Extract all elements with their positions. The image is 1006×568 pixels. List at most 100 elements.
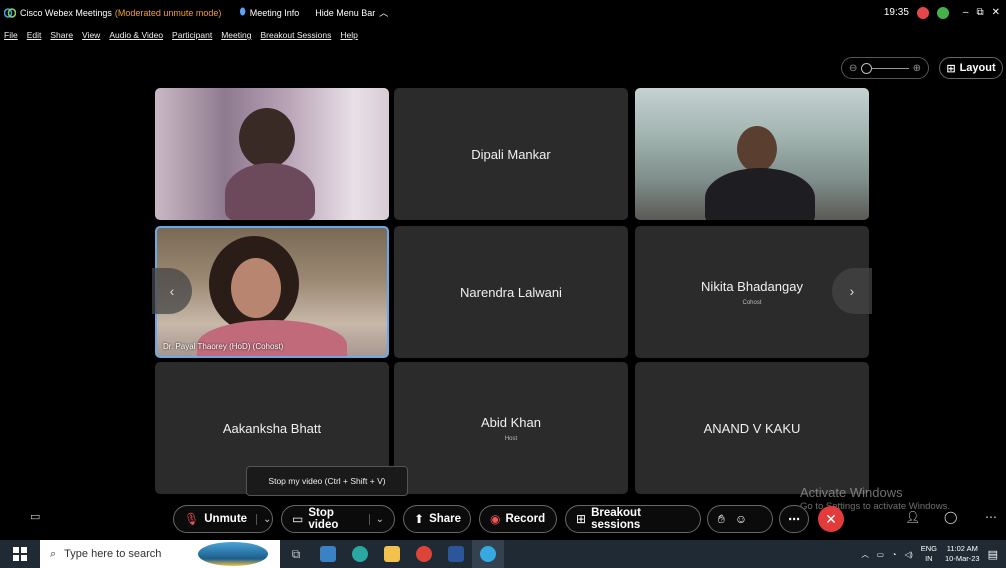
unmute-button[interactable]: 🎙︎ Unmute ⌄: [173, 505, 273, 533]
participant-role: Host: [504, 435, 518, 442]
stop-video-button[interactable]: ▭ Stop video ⌄: [281, 505, 395, 533]
grid-icon: ⊞: [946, 62, 956, 75]
webex-taskbar-icon[interactable]: [472, 540, 504, 568]
chevron-up-icon[interactable]: ︿: [861, 549, 869, 560]
participant-tile[interactable]: Abid Khan Host: [394, 362, 628, 494]
watermark-title: Activate Windows: [800, 485, 903, 500]
menu-meeting[interactable]: Meeting: [221, 30, 251, 40]
menu-file[interactable]: File: [4, 30, 18, 40]
word-icon[interactable]: [440, 540, 472, 568]
share-button[interactable]: ⬆ Share: [403, 505, 471, 533]
mode-label: (Moderated unmute mode): [114, 7, 222, 18]
chevron-right-icon: ›: [849, 283, 855, 299]
participant-name: Narendra Lalwani: [460, 284, 562, 300]
battery-icon[interactable]: ▭: [877, 550, 884, 559]
share-label: Share: [429, 513, 462, 525]
reactions-group: ✋︎ ☺: [707, 505, 773, 533]
emoji-icon[interactable]: ☺: [735, 512, 747, 526]
participant-name: Nikita Bhadangay: [701, 278, 803, 294]
stop-video-label: Stop video: [308, 507, 339, 531]
participants-icon[interactable]: 👤︎: [905, 510, 920, 524]
calculator-icon[interactable]: [312, 540, 344, 568]
menu-edit[interactable]: Edit: [27, 30, 42, 40]
menu-bar: File Edit Share View Audio & Video Parti…: [0, 27, 358, 43]
search-icon: ⌕: [50, 547, 57, 560]
chevron-up-icon: ︿: [379, 8, 389, 18]
participant-video-face: [231, 258, 281, 318]
region-label: IN: [925, 554, 933, 563]
taskbar-clock[interactable]: 11:02 AM 10-Mar-23: [945, 544, 980, 564]
zoom-out-icon[interactable]: ⊖: [849, 63, 857, 74]
task-view-icon[interactable]: ⧉: [280, 540, 312, 568]
close-icon[interactable]: ✕: [992, 7, 1000, 18]
taskbar-date: 10-Mar-23: [944, 554, 980, 563]
file-explorer-icon[interactable]: [376, 540, 408, 568]
recording-status-icon: [916, 6, 929, 19]
participant-name: Abid Khan: [481, 414, 541, 430]
breakout-label: Breakout sessions: [591, 507, 641, 531]
video-tile[interactable]: [155, 88, 389, 220]
wifi-icon[interactable]: ◔: [892, 550, 897, 559]
menu-participant[interactable]: Participant: [172, 30, 212, 40]
more-options-button[interactable]: ⋯: [779, 505, 809, 533]
title-bar: Cisco Webex Meetings (Moderated unmute m…: [0, 0, 1006, 25]
record-icon: ◉: [490, 512, 501, 526]
muted-microphone-icon: 🎙︎: [184, 512, 200, 526]
video-tile[interactable]: [635, 88, 869, 220]
chat-bubble-icon[interactable]: ◯: [944, 510, 957, 524]
next-page-button[interactable]: ›: [832, 268, 872, 314]
participant-video-body: [705, 168, 815, 220]
notification-icon[interactable]: ▤: [988, 548, 998, 561]
restore-icon[interactable]: ⧉: [976, 7, 983, 18]
meeting-info-button[interactable]: ⬮ Meeting Info: [239, 7, 299, 18]
volume-icon[interactable]: ◁): [904, 550, 912, 559]
menu-breakout-sessions[interactable]: Breakout Sessions: [260, 30, 331, 40]
windows-logo-icon: [13, 547, 27, 561]
raise-hand-icon[interactable]: ✋︎: [718, 512, 725, 527]
menu-audio-video[interactable]: Audio & Video: [109, 30, 163, 40]
menu-share[interactable]: Share: [50, 30, 73, 40]
participant-name: Aakanksha Bhatt: [222, 420, 322, 436]
participant-tile[interactable]: Dipali Mankar: [394, 88, 628, 220]
language-label: ENG: [920, 544, 937, 553]
layout-label: Layout: [959, 62, 996, 74]
participant-name: Dr. Payal Thaorey (HoD) (Cohost): [163, 342, 284, 351]
end-meeting-button[interactable]: ✕: [818, 506, 844, 532]
windows-start-button[interactable]: [0, 540, 40, 568]
minimize-icon[interactable]: –: [963, 7, 969, 18]
share-screen-icon: ⬆: [414, 512, 425, 526]
meeting-info-label: Meeting Info: [249, 7, 300, 18]
record-label: Record: [505, 513, 546, 525]
zoom-track[interactable]: [861, 62, 909, 74]
windows-taskbar: ⌕ Type here to search ⧉: [0, 540, 1006, 568]
zoom-in-icon[interactable]: ⊕: [913, 63, 921, 74]
chevron-down-icon[interactable]: ⌄: [256, 513, 271, 525]
search-placeholder: Type here to search: [64, 548, 162, 560]
taskbar-search-box[interactable]: ⌕ Type here to search: [40, 540, 280, 568]
edge-browser-icon[interactable]: [344, 540, 376, 568]
participant-tile[interactable]: Narendra Lalwani: [394, 226, 628, 358]
taskbar-time: 11:02 AM: [946, 544, 978, 553]
app-title: Cisco Webex Meetings: [20, 7, 112, 18]
participant-video: [737, 126, 777, 172]
record-button[interactable]: ◉ Record: [479, 505, 557, 533]
breakout-sessions-button[interactable]: ⊞ Breakout sessions: [565, 505, 701, 533]
language-indicator[interactable]: ENG IN: [921, 544, 937, 564]
breakout-icon: ⊞: [576, 512, 587, 526]
layout-button[interactable]: ⊞ Layout: [939, 57, 1003, 79]
clock-label: 19:35: [883, 7, 909, 18]
more-panels-icon[interactable]: ⋯: [985, 510, 997, 524]
unmute-label: Unmute: [204, 513, 248, 525]
participant-name: ANAND V KAKU: [703, 420, 801, 436]
zoom-knob[interactable]: [861, 62, 873, 74]
menu-view[interactable]: View: [82, 30, 100, 40]
webex-logo-icon: [4, 7, 16, 19]
video-camera-icon: ▭: [292, 512, 304, 526]
menu-help[interactable]: Help: [340, 30, 357, 40]
chevron-down-icon[interactable]: ⌄: [368, 513, 384, 525]
chrome-browser-icon[interactable]: [408, 540, 440, 568]
hide-menu-bar-button[interactable]: Hide Menu Bar ︿: [315, 6, 388, 19]
participant-tile[interactable]: ANAND V KAKU: [635, 362, 869, 494]
zoom-slider[interactable]: ⊖ ⊕: [841, 57, 929, 79]
meeting-controls: 🎙︎ Unmute ⌄ ▭ Stop video ⌄ ⬆ Share ◉ Rec…: [0, 505, 1006, 535]
